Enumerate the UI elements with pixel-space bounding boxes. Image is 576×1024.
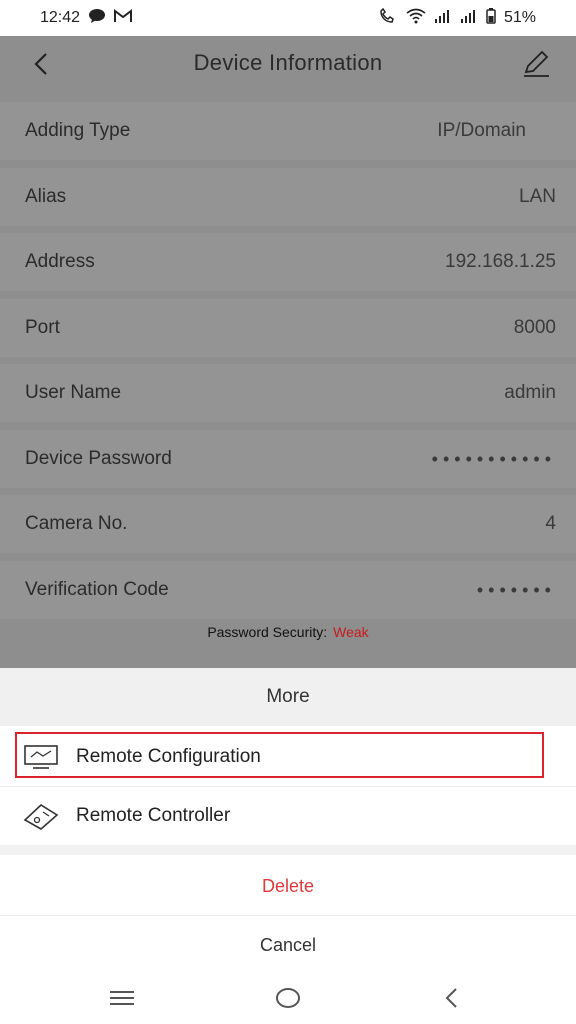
back-nav-icon[interactable] [432,984,472,1012]
signal-icon [434,9,452,28]
info-row-address: Address 192.168.1.25 [0,233,576,291]
monitor-icon [22,743,60,771]
more-action-sheet: More Remote Configuration Remote Control… [0,668,576,978]
page-title: Device Information [193,50,383,75]
wifi-icon [406,8,426,29]
info-row-user-name: User Name admin [0,364,576,422]
status-right: 51% [378,7,536,29]
remote-control-icon [22,802,60,830]
info-row-port: Port 8000 [0,299,576,357]
edit-icon[interactable] [520,48,552,80]
password-security-level: Weak [333,624,369,640]
info-value: 8000 [513,317,556,338]
recent-apps-icon[interactable] [102,984,142,1012]
info-value: ••••••••••• [431,448,556,469]
chat-icon [88,8,106,29]
battery-icon [486,7,496,29]
info-value: LAN [519,186,556,207]
password-security-label: Password Security: [207,624,328,640]
info-row-device-password: Device Password ••••••••••• [0,430,576,488]
info-row-camera-no: Camera No. 4 [0,495,576,553]
info-label: Device Password [25,448,172,469]
remote-configuration-label: Remote Configuration [76,746,261,767]
info-label: User Name [25,382,122,403]
info-row-alias: Alias LAN [0,168,576,226]
info-row-verification-code: Verification Code ••••••• [0,561,576,619]
info-row-adding-type: Adding Type IP/Domain [0,102,576,160]
info-label: Camera No. [25,513,128,534]
info-label: Port [25,317,60,338]
call-icon [378,7,398,29]
battery-level: 51% [503,9,536,26]
delete-button[interactable]: Delete [0,857,576,915]
remote-configuration-item[interactable]: Remote Configuration [0,728,576,786]
signal-icon [460,9,478,28]
info-value: ••••••• [476,579,556,600]
info-value: 192.168.1.25 [445,251,556,272]
nav-bar: Device Information [0,36,576,92]
remote-controller-label: Remote Controller [76,805,231,826]
info-value: 4 [545,513,556,534]
remote-controller-item[interactable]: Remote Controller [0,787,576,845]
password-security: Password Security: Weak [0,624,576,640]
status-time: 12:42 [40,9,81,26]
info-value: IP/Domain [437,120,526,141]
status-bar: 12:42 51% [0,0,576,36]
info-label: Verification Code [25,579,169,600]
system-nav-bar [0,972,576,1024]
sheet-title: More [0,668,576,726]
separator [0,845,576,855]
info-label: Adding Type [25,120,131,141]
info-label: Alias [25,186,67,207]
cancel-button[interactable]: Cancel [0,916,576,974]
home-icon[interactable] [268,984,308,1012]
info-value: admin [504,382,556,403]
device-info-page: Device Information Adding Type IP/Domain… [0,36,576,668]
status-left: 12:42 [40,8,133,29]
info-label: Address [25,251,95,272]
gmail-icon [114,8,133,28]
